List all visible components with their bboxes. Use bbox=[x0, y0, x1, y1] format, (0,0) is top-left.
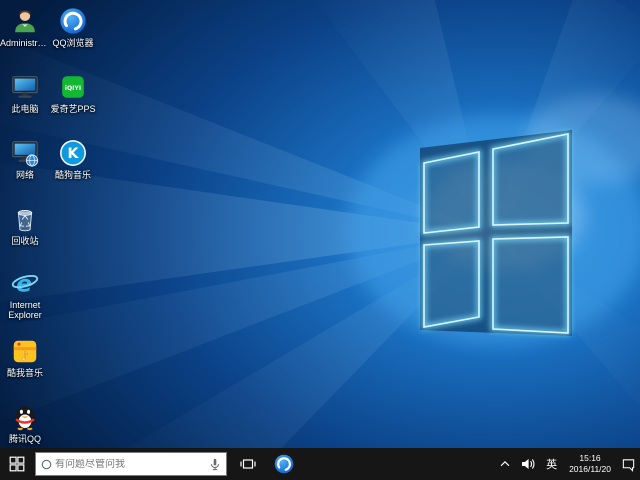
desktop-icon-recycle-bin[interactable]: 回收站 bbox=[0, 204, 50, 246]
recycle-bin-icon bbox=[10, 204, 40, 234]
qq-browser-icon bbox=[58, 6, 88, 36]
tencent-qq-icon bbox=[10, 402, 40, 432]
action-center-button[interactable] bbox=[617, 448, 640, 480]
svg-text:♪: ♪ bbox=[21, 349, 29, 363]
tray-overflow-button[interactable] bbox=[494, 448, 516, 480]
task-view-button[interactable] bbox=[233, 448, 263, 480]
qq-browser-taskbar-icon bbox=[273, 453, 295, 475]
desktop-icon-tencent-qq[interactable]: 腾讯QQ bbox=[0, 402, 50, 444]
svg-text:iQIYI: iQIYI bbox=[65, 85, 81, 92]
desktop-icon-network[interactable]: 网络 bbox=[0, 138, 50, 180]
windows-logo-icon bbox=[9, 456, 25, 472]
start-button[interactable] bbox=[0, 448, 34, 480]
volume-button[interactable] bbox=[516, 448, 540, 480]
taskbar-qq-browser-button[interactable] bbox=[267, 448, 301, 480]
icon-label: 网络 bbox=[0, 170, 50, 180]
internet-explorer-icon: e bbox=[10, 268, 40, 298]
input-method-indicator[interactable]: 英 bbox=[540, 448, 563, 480]
svg-text:e: e bbox=[16, 269, 32, 297]
system-tray: 英 15:16 2016/11/20 bbox=[494, 448, 640, 480]
desktop-icon-this-pc[interactable]: 此电脑 bbox=[0, 72, 50, 114]
administrator-icon bbox=[10, 6, 40, 36]
clock-date: 2016/11/20 bbox=[569, 464, 611, 475]
desktop-icon-administrator[interactable]: Administrator bbox=[0, 6, 50, 48]
icon-label: 爱奇艺PPS bbox=[48, 104, 98, 114]
icon-label: Internet Explorer bbox=[0, 300, 50, 321]
microphone-icon[interactable] bbox=[208, 457, 222, 472]
desktop-icon-iqiyi-pps[interactable]: iQIYI 爱奇艺PPS bbox=[48, 72, 98, 114]
clock-time: 15:16 bbox=[569, 453, 611, 464]
icon-label: 酷狗音乐 bbox=[48, 170, 98, 180]
desktop-icon-kugou-music[interactable]: K 酷狗音乐 bbox=[48, 138, 98, 180]
icon-label: 酷我音乐 bbox=[0, 368, 50, 378]
icon-label: 腾讯QQ bbox=[0, 434, 50, 444]
speaker-icon bbox=[520, 456, 536, 472]
task-view-icon bbox=[240, 456, 256, 472]
icon-label: 此电脑 bbox=[0, 104, 50, 114]
kugou-music-icon: K bbox=[58, 138, 88, 168]
icon-label: 回收站 bbox=[0, 236, 50, 246]
desktop[interactable]: Administrator 此电脑 网络 回收站 bbox=[0, 0, 640, 448]
network-icon bbox=[10, 138, 40, 168]
desktop-icon-internet-explorer[interactable]: e Internet Explorer bbox=[0, 268, 50, 321]
desktop-icon-qq-browser[interactable]: QQ浏览器 bbox=[48, 6, 98, 48]
desktop-icon-kuwo-music[interactable]: ♪ 酷我音乐 bbox=[0, 336, 50, 378]
cortana-icon bbox=[40, 458, 53, 471]
icon-label: Administrator bbox=[0, 38, 50, 48]
search-input[interactable] bbox=[53, 459, 208, 470]
wallpaper bbox=[0, 0, 640, 448]
taskbar: 英 15:16 2016/11/20 bbox=[0, 448, 640, 480]
this-pc-icon bbox=[10, 72, 40, 102]
icon-label: QQ浏览器 bbox=[48, 38, 98, 48]
action-center-icon bbox=[621, 457, 636, 472]
svg-text:K: K bbox=[68, 146, 80, 162]
chevron-up-icon bbox=[498, 457, 512, 471]
taskbar-search-box[interactable] bbox=[35, 452, 227, 476]
iqiyi-pps-icon: iQIYI bbox=[58, 72, 88, 102]
clock[interactable]: 15:16 2016/11/20 bbox=[563, 448, 617, 480]
kuwo-music-icon: ♪ bbox=[10, 336, 40, 366]
